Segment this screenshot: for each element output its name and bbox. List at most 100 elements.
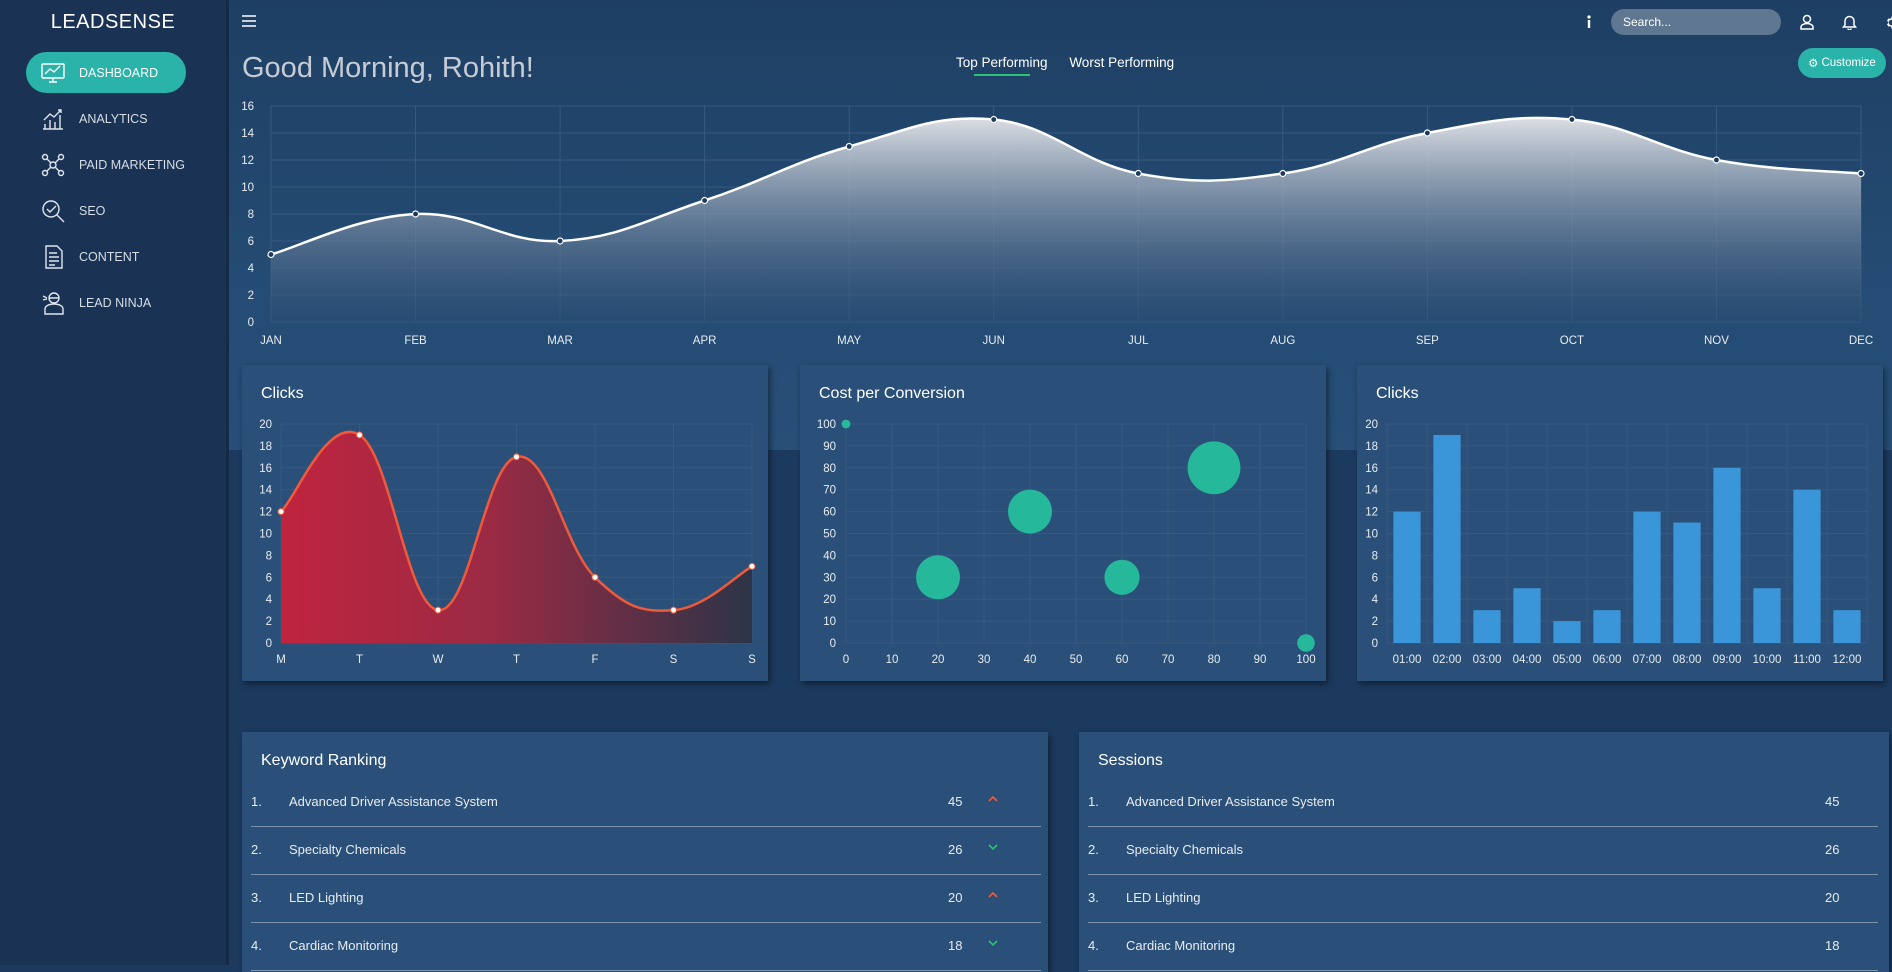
bar bbox=[1553, 621, 1581, 643]
performance-tabs: Top Performing Worst Performing bbox=[956, 55, 1192, 70]
list-item[interactable]: 2. Specialty Chemicals 26 bbox=[251, 826, 1041, 875]
y-tick-label: 8 bbox=[266, 550, 272, 562]
list-item[interactable]: 1. Advanced Driver Assistance System 45 bbox=[1088, 778, 1878, 827]
bar bbox=[1833, 610, 1861, 643]
x-tick-label: MAY bbox=[837, 335, 861, 347]
row-value: 26 bbox=[1825, 842, 1840, 857]
x-tick-label: T bbox=[356, 654, 363, 666]
card-title: Keyword Ranking bbox=[261, 752, 387, 769]
x-tick-label: S bbox=[670, 654, 678, 666]
sidebar-item-dashboard[interactable]: DASHBOARD bbox=[26, 52, 186, 93]
row-number: 1. bbox=[251, 794, 262, 809]
bubble-point bbox=[916, 555, 960, 600]
y-tick-label: 2 bbox=[1372, 616, 1378, 628]
data-point bbox=[670, 606, 677, 614]
y-tick-label: 8 bbox=[248, 209, 254, 221]
keyword-ranking-card: Keyword Ranking 1. Advanced Driver Assist… bbox=[242, 732, 1048, 972]
list-item[interactable]: 3. LED Lighting 20 bbox=[251, 874, 1041, 923]
row-value: 45 bbox=[1825, 794, 1840, 809]
customize-button[interactable]: ⚙ Customize bbox=[1798, 48, 1886, 78]
sidebar-item-paid-marketing[interactable]: PAID MARKETING bbox=[26, 144, 186, 185]
trend-up-icon bbox=[988, 792, 998, 806]
sidebar-item-label: SEO bbox=[79, 203, 106, 218]
row-name: Advanced Driver Assistance System bbox=[1126, 794, 1335, 809]
x-tick-label: JUL bbox=[1128, 335, 1149, 347]
data-point bbox=[748, 562, 756, 570]
user-icon[interactable] bbox=[1797, 12, 1817, 32]
bar bbox=[1393, 511, 1421, 643]
bar bbox=[1513, 588, 1541, 643]
y-tick-label: 100 bbox=[817, 419, 836, 431]
row-value: 18 bbox=[1825, 938, 1840, 953]
sidebar-item-seo[interactable]: SEO bbox=[26, 190, 186, 231]
x-tick-label: S bbox=[748, 654, 756, 666]
y-tick-label: 10 bbox=[241, 182, 254, 194]
list-item[interactable]: 1. Advanced Driver Assistance System 45 bbox=[251, 778, 1041, 827]
row-name: Cardiac Monitoring bbox=[1126, 938, 1236, 953]
y-tick-label: 90 bbox=[823, 441, 836, 453]
x-tick-label: 60 bbox=[1116, 654, 1129, 666]
tab-worst-performing[interactable]: Worst Performing bbox=[1069, 55, 1174, 70]
bell-icon[interactable] bbox=[1839, 12, 1859, 32]
x-tick-label: 100 bbox=[1296, 654, 1315, 666]
x-tick-label: T bbox=[513, 654, 520, 666]
sidebar-item-lead-ninja[interactable]: LEAD NINJA bbox=[26, 282, 186, 323]
clicks-bar-card: Clicks 0 2 4 6 8 10 12 14 16 18 20 01:00 02:00 03:00 0… bbox=[1357, 365, 1883, 681]
list-item[interactable]: 3. LED Lighting 20 bbox=[1088, 874, 1878, 923]
monitor-icon bbox=[38, 58, 68, 88]
menu-icon[interactable] bbox=[241, 14, 257, 28]
bubble-point bbox=[1104, 559, 1140, 595]
data-point bbox=[556, 237, 564, 245]
y-tick-label: 10 bbox=[259, 529, 272, 541]
x-tick-label: 90 bbox=[1254, 654, 1267, 666]
row-number: 2. bbox=[251, 842, 262, 857]
sidebar-item-label: LEAD NINJA bbox=[79, 295, 152, 310]
area-fill bbox=[281, 431, 752, 643]
bar bbox=[1433, 434, 1461, 643]
x-tick-label: 10 bbox=[886, 654, 899, 666]
bubble-point bbox=[841, 419, 851, 429]
x-tick-label: JUN bbox=[983, 335, 1005, 347]
gear-icon: ⚙ bbox=[1808, 58, 1819, 70]
row-number: 1. bbox=[1088, 794, 1099, 809]
row-value: 26 bbox=[948, 842, 963, 857]
x-tick-label: APR bbox=[693, 335, 717, 347]
row-name: Specialty Chemicals bbox=[289, 842, 407, 857]
tab-top-performing[interactable]: Top Performing bbox=[956, 55, 1048, 70]
main-content: Good Morning, Rohith! Top Performing Wor… bbox=[229, 0, 1892, 972]
sidebar-item-analytics[interactable]: ANALYTICS bbox=[26, 98, 186, 139]
data-point bbox=[591, 573, 599, 581]
x-tick-label: 40 bbox=[1024, 654, 1037, 666]
search-input[interactable] bbox=[1611, 9, 1781, 35]
y-tick-label: 0 bbox=[1372, 638, 1378, 650]
x-tick-label: MAR bbox=[547, 335, 573, 347]
x-tick-label: 05:00 bbox=[1553, 654, 1582, 666]
list-item[interactable]: 4. Cardiac Monitoring 18 bbox=[1088, 922, 1878, 971]
data-point bbox=[1423, 129, 1431, 137]
bar bbox=[1473, 610, 1501, 643]
list-item[interactable]: 2. Specialty Chemicals 26 bbox=[1088, 826, 1878, 875]
y-tick-label: 12 bbox=[241, 155, 254, 167]
row-name: Specialty Chemicals bbox=[1126, 842, 1244, 857]
y-tick-label: 6 bbox=[1372, 572, 1378, 584]
data-point bbox=[1279, 169, 1287, 178]
data-point bbox=[990, 115, 998, 124]
data-point bbox=[1568, 115, 1576, 124]
gear-icon[interactable] bbox=[1881, 12, 1892, 32]
x-tick-label: 07:00 bbox=[1633, 654, 1662, 666]
x-tick-label: 01:00 bbox=[1393, 654, 1422, 666]
y-tick-label: 30 bbox=[823, 572, 836, 584]
x-tick-label: 0 bbox=[843, 654, 849, 666]
y-tick-label: 2 bbox=[248, 290, 254, 302]
sidebar-item-content[interactable]: CONTENT bbox=[26, 236, 186, 277]
y-tick-label: 4 bbox=[248, 263, 255, 275]
customize-label: Customize bbox=[1821, 57, 1876, 69]
list-item[interactable]: 4. Cardiac Monitoring 18 bbox=[251, 922, 1041, 971]
y-tick-label: 6 bbox=[266, 572, 272, 584]
analytics-icon bbox=[38, 104, 68, 134]
y-tick-label: 20 bbox=[823, 594, 836, 606]
info-icon[interactable] bbox=[1579, 12, 1599, 32]
x-tick-label: OCT bbox=[1560, 335, 1584, 347]
top-toolbar bbox=[1579, 8, 1892, 36]
y-tick-label: 16 bbox=[1365, 463, 1378, 475]
